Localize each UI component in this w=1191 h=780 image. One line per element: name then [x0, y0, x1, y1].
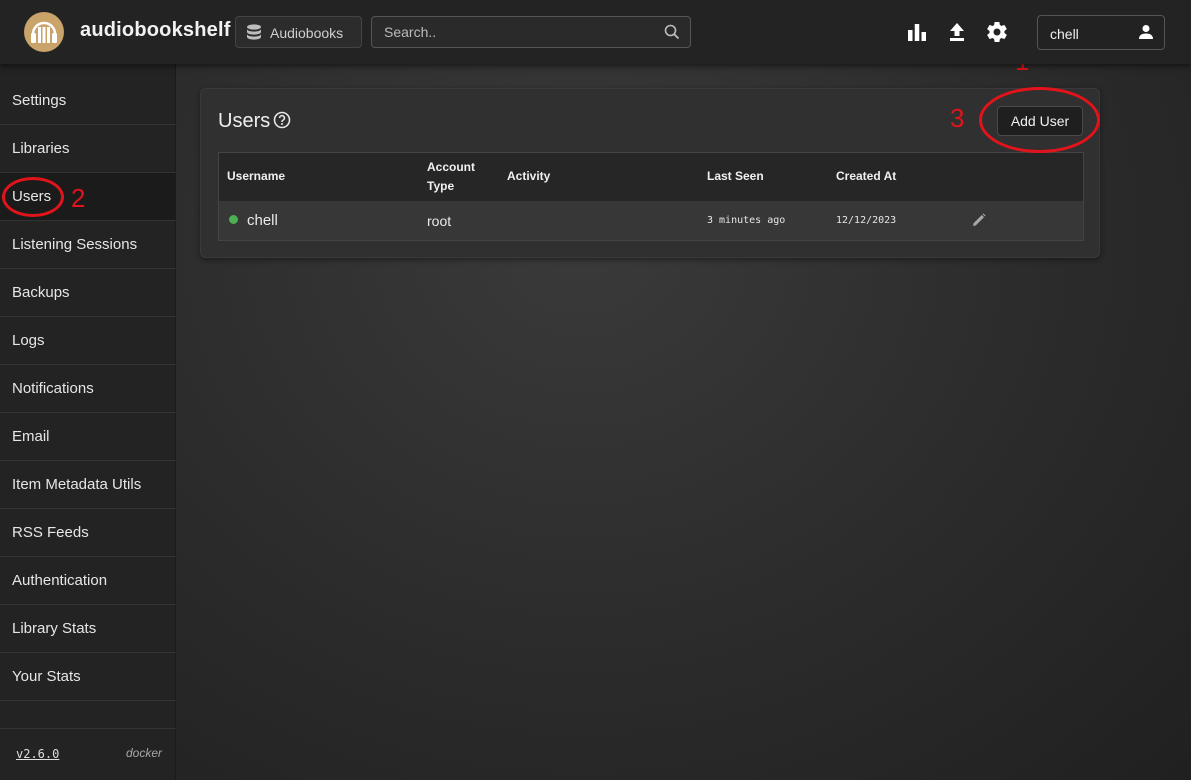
settings-sidebar: Settings Libraries Users Listening Sessi…	[0, 64, 176, 780]
deployment-label: docker	[125, 746, 162, 760]
search-input[interactable]	[372, 17, 690, 47]
row-created-at: 12/12/2023	[836, 215, 897, 226]
sidebar-item-label: Authentication	[12, 572, 108, 589]
sidebar-item-email[interactable]: Email	[0, 413, 176, 461]
upload-icon[interactable]	[945, 20, 969, 44]
main-content: Users Add User Username Account Type Act…	[176, 64, 1191, 780]
table-row[interactable]: chell root 3 minutes ago 12/12/2023	[219, 201, 1083, 240]
library-selector-label: Audiobooks	[270, 25, 344, 41]
add-user-button[interactable]: Add User	[997, 106, 1083, 136]
sidebar-item-notifications[interactable]: Notifications	[0, 365, 176, 413]
sidebar-item-label: Listening Sessions	[12, 236, 138, 253]
column-header-username: Username	[227, 169, 286, 183]
row-last-seen: 3 minutes ago	[707, 215, 786, 226]
top-bar: audiobookshelf Audiobooks chell	[0, 0, 1191, 64]
sidebar-item-logs[interactable]: Logs	[0, 317, 176, 365]
sidebar-item-authentication[interactable]: Authentication	[0, 557, 176, 605]
help-icon[interactable]	[273, 111, 291, 129]
sidebar-item-users[interactable]: Users	[0, 173, 176, 221]
user-menu-button[interactable]: chell	[1037, 15, 1165, 50]
user-menu-label: chell	[1050, 26, 1079, 42]
sidebar-item-label: Users	[12, 188, 52, 205]
column-header-account-type-line-2: Type	[427, 179, 455, 193]
audiobookshelf-logo-icon[interactable]	[24, 12, 64, 52]
sidebar-item-label: Your Stats	[12, 668, 81, 685]
column-header-created-at: Created At	[836, 169, 897, 183]
column-header-account-type: Account Type	[427, 158, 475, 196]
users-table: Username Account Type Activity Last Seen…	[218, 152, 1084, 241]
row-username: chell	[247, 212, 278, 229]
settings-gear-icon[interactable]	[985, 20, 1009, 44]
sidebar-item-label: Logs	[12, 332, 45, 349]
sidebar-item-label: Notifications	[12, 380, 94, 397]
stats-chart-icon[interactable]	[905, 20, 929, 44]
sidebar-item-label: Item Metadata Utils	[12, 476, 142, 493]
sidebar-item-your-stats[interactable]: Your Stats	[0, 653, 176, 701]
version-link[interactable]: v2.6.0	[16, 747, 59, 761]
sidebar-item-label: Libraries	[12, 140, 70, 157]
column-header-last-seen: Last Seen	[707, 169, 764, 183]
sidebar-item-libraries[interactable]: Libraries	[0, 125, 176, 173]
online-status-dot	[229, 215, 238, 224]
sidebar-item-backups[interactable]: Backups	[0, 269, 176, 317]
sidebar-item-label: RSS Feeds	[12, 524, 89, 541]
search-icon[interactable]	[664, 24, 680, 40]
sidebar-item-settings[interactable]: Settings	[0, 77, 176, 125]
edit-pencil-icon[interactable]	[972, 213, 986, 227]
column-header-activity: Activity	[507, 169, 551, 183]
sidebar-item-library-stats[interactable]: Library Stats	[0, 605, 176, 653]
users-card: Users Add User Username Account Type Act…	[200, 88, 1100, 258]
search-box	[371, 16, 691, 48]
library-selector-button[interactable]: Audiobooks	[235, 16, 362, 48]
sidebar-item-label: Email	[12, 428, 50, 445]
sidebar-item-item-metadata-utils[interactable]: Item Metadata Utils	[0, 461, 176, 509]
person-icon	[1139, 25, 1153, 39]
table-header: Username Account Type Activity Last Seen…	[219, 153, 1083, 201]
page-title: Users	[218, 110, 271, 132]
sidebar-item-label: Backups	[12, 284, 70, 301]
database-icon	[247, 24, 261, 40]
row-account-type: root	[427, 213, 452, 229]
column-header-account-type-line-1: Account	[427, 160, 475, 174]
sidebar-footer: v2.6.0 docker	[0, 728, 176, 780]
sidebar-item-label: Library Stats	[12, 620, 97, 637]
sidebar-item-listening-sessions[interactable]: Listening Sessions	[0, 221, 176, 269]
sidebar-item-rss-feeds[interactable]: RSS Feeds	[0, 509, 176, 557]
sidebar-item-label: Settings	[12, 92, 67, 109]
app-brand[interactable]: audiobookshelf	[80, 19, 231, 42]
